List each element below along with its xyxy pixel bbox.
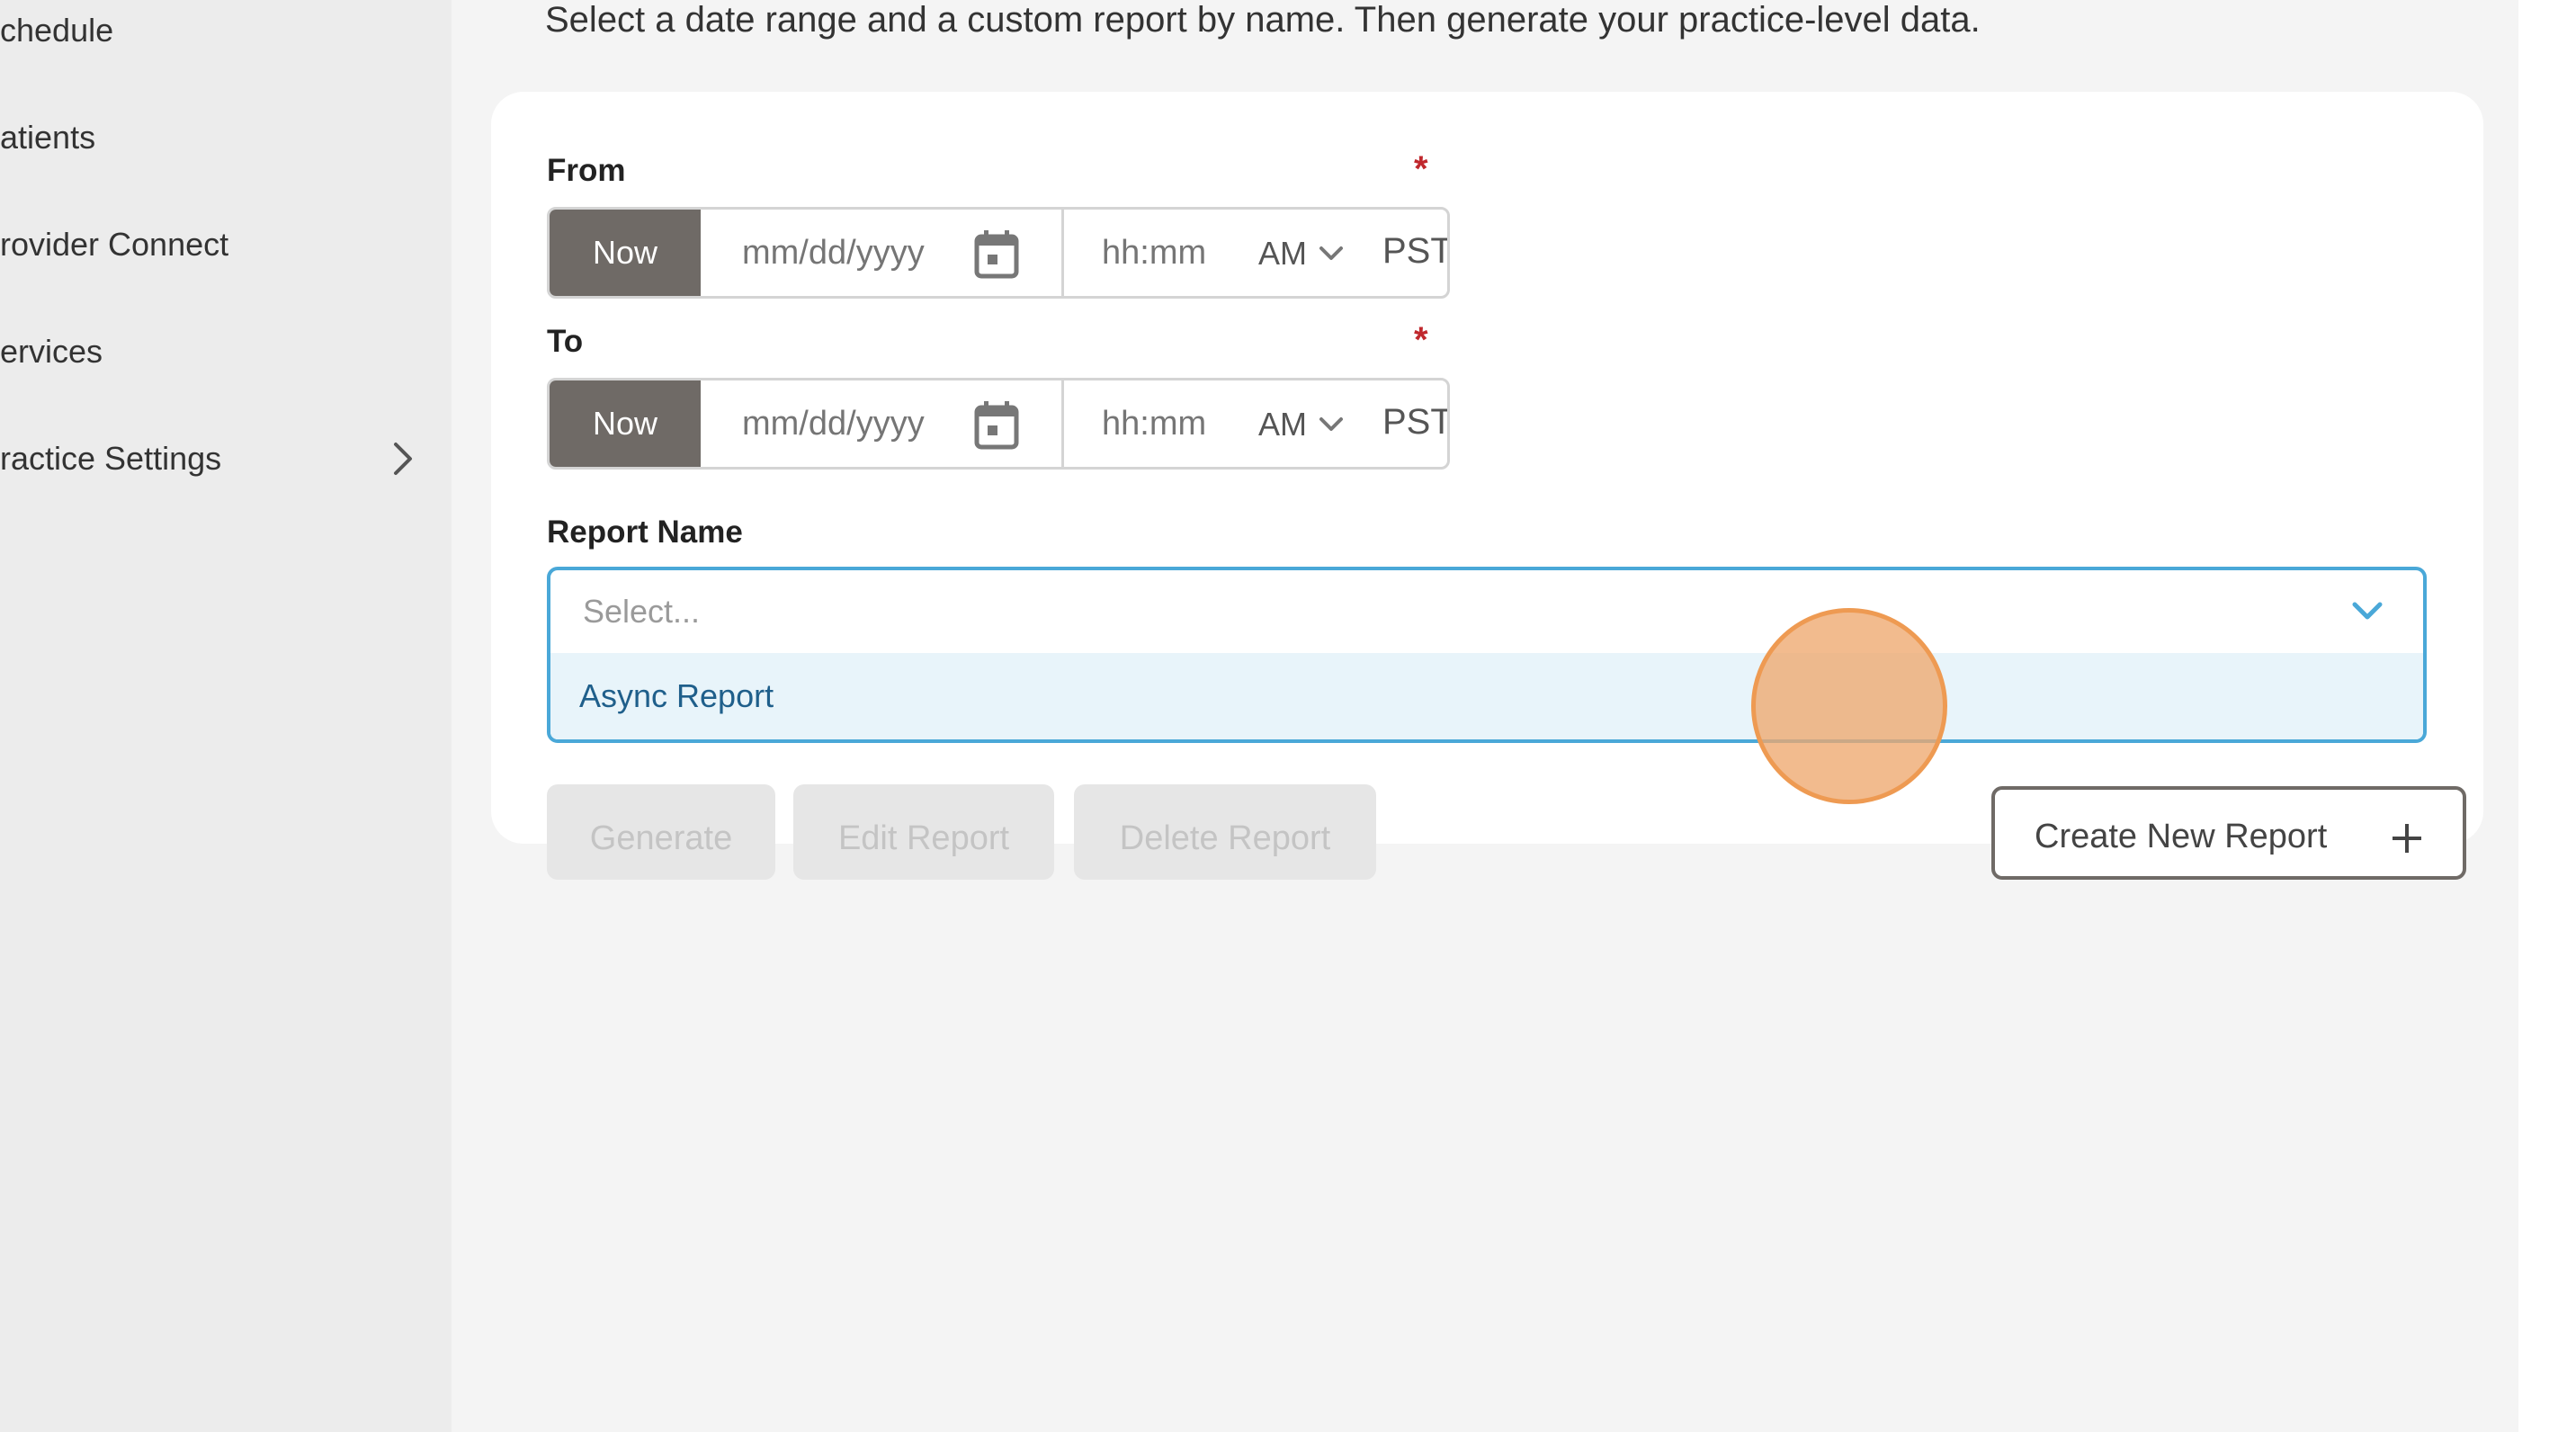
sidebar: chedule atients rovider Connect ervices …	[0, 0, 452, 1432]
select-placeholder: Select...	[583, 593, 701, 630]
sidebar-item-label: ractice Settings	[0, 440, 222, 477]
calendar-icon[interactable]	[973, 400, 1020, 451]
sidebar-item-provider-connect[interactable]: rovider Connect	[0, 209, 432, 281]
page-description: Select a date range and a custom report …	[545, 0, 1981, 40]
app-root: chedule atients rovider Connect ervices …	[0, 0, 2576, 1432]
from-time-input[interactable]	[1102, 233, 1237, 273]
sidebar-item-patients[interactable]: atients	[0, 102, 432, 174]
from-date-input[interactable]	[742, 233, 967, 273]
sidebar-item-label: atients	[0, 119, 96, 156]
plus-icon	[2393, 824, 2421, 853]
report-option-async-report[interactable]: Async Report	[550, 653, 2423, 739]
to-timezone: PST	[1382, 402, 1450, 442]
main-content: Select a date range and a custom report …	[452, 0, 2518, 1432]
to-label: To	[547, 324, 584, 359]
sidebar-item-schedule[interactable]: chedule	[0, 0, 432, 67]
report-name-input[interactable]: Select...	[550, 570, 2423, 653]
sidebar-item-label: ervices	[0, 333, 103, 370]
sidebar-item-practice-settings[interactable]: ractice Settings	[0, 423, 432, 495]
to-ampm-select[interactable]: AM	[1258, 406, 1345, 443]
chevron-down-icon	[1319, 246, 1343, 260]
generate-button[interactable]: Generate	[547, 784, 775, 880]
create-new-report-button[interactable]: Create New Report	[1991, 786, 2466, 880]
edit-report-button[interactable]: Edit Report	[793, 784, 1054, 880]
report-name-select[interactable]: Select... Async Report	[547, 567, 2427, 743]
ampm-value: AM	[1258, 235, 1307, 272]
to-time-input[interactable]	[1102, 404, 1237, 443]
create-new-report-label: Create New Report	[2035, 818, 2328, 855]
chevron-down-icon	[1319, 417, 1343, 431]
report-name-label: Report Name	[547, 515, 743, 550]
to-date-input[interactable]	[742, 404, 967, 443]
to-now-button[interactable]: Now	[550, 380, 701, 467]
from-datetime-field: Now AM	[547, 207, 1450, 299]
from-timezone: PST	[1382, 231, 1450, 271]
sidebar-item-label: rovider Connect	[0, 226, 229, 263]
from-date-segment	[701, 210, 1064, 296]
to-datetime-field: Now AM	[547, 378, 1450, 470]
chevron-right-icon	[394, 443, 412, 475]
from-label: From	[547, 153, 626, 188]
right-edge	[2518, 0, 2576, 1432]
delete-report-button[interactable]: Delete Report	[1074, 784, 1376, 880]
to-date-segment	[701, 380, 1064, 467]
chevron-down-icon[interactable]	[2349, 597, 2385, 626]
from-ampm-select[interactable]: AM	[1258, 235, 1345, 273]
calendar-icon[interactable]	[973, 229, 1020, 280]
sidebar-item-label: chedule	[0, 12, 114, 49]
sidebar-item-services[interactable]: ervices	[0, 316, 432, 388]
to-time-segment: AM PST	[1064, 380, 1447, 467]
ampm-value: AM	[1258, 406, 1307, 443]
from-now-button[interactable]: Now	[550, 210, 701, 296]
from-time-segment: AM PST	[1064, 210, 1447, 296]
report-card: From * Now AM	[491, 92, 2483, 880]
to-required-marker: *	[1414, 320, 1428, 360]
from-required-marker: *	[1414, 149, 1428, 189]
